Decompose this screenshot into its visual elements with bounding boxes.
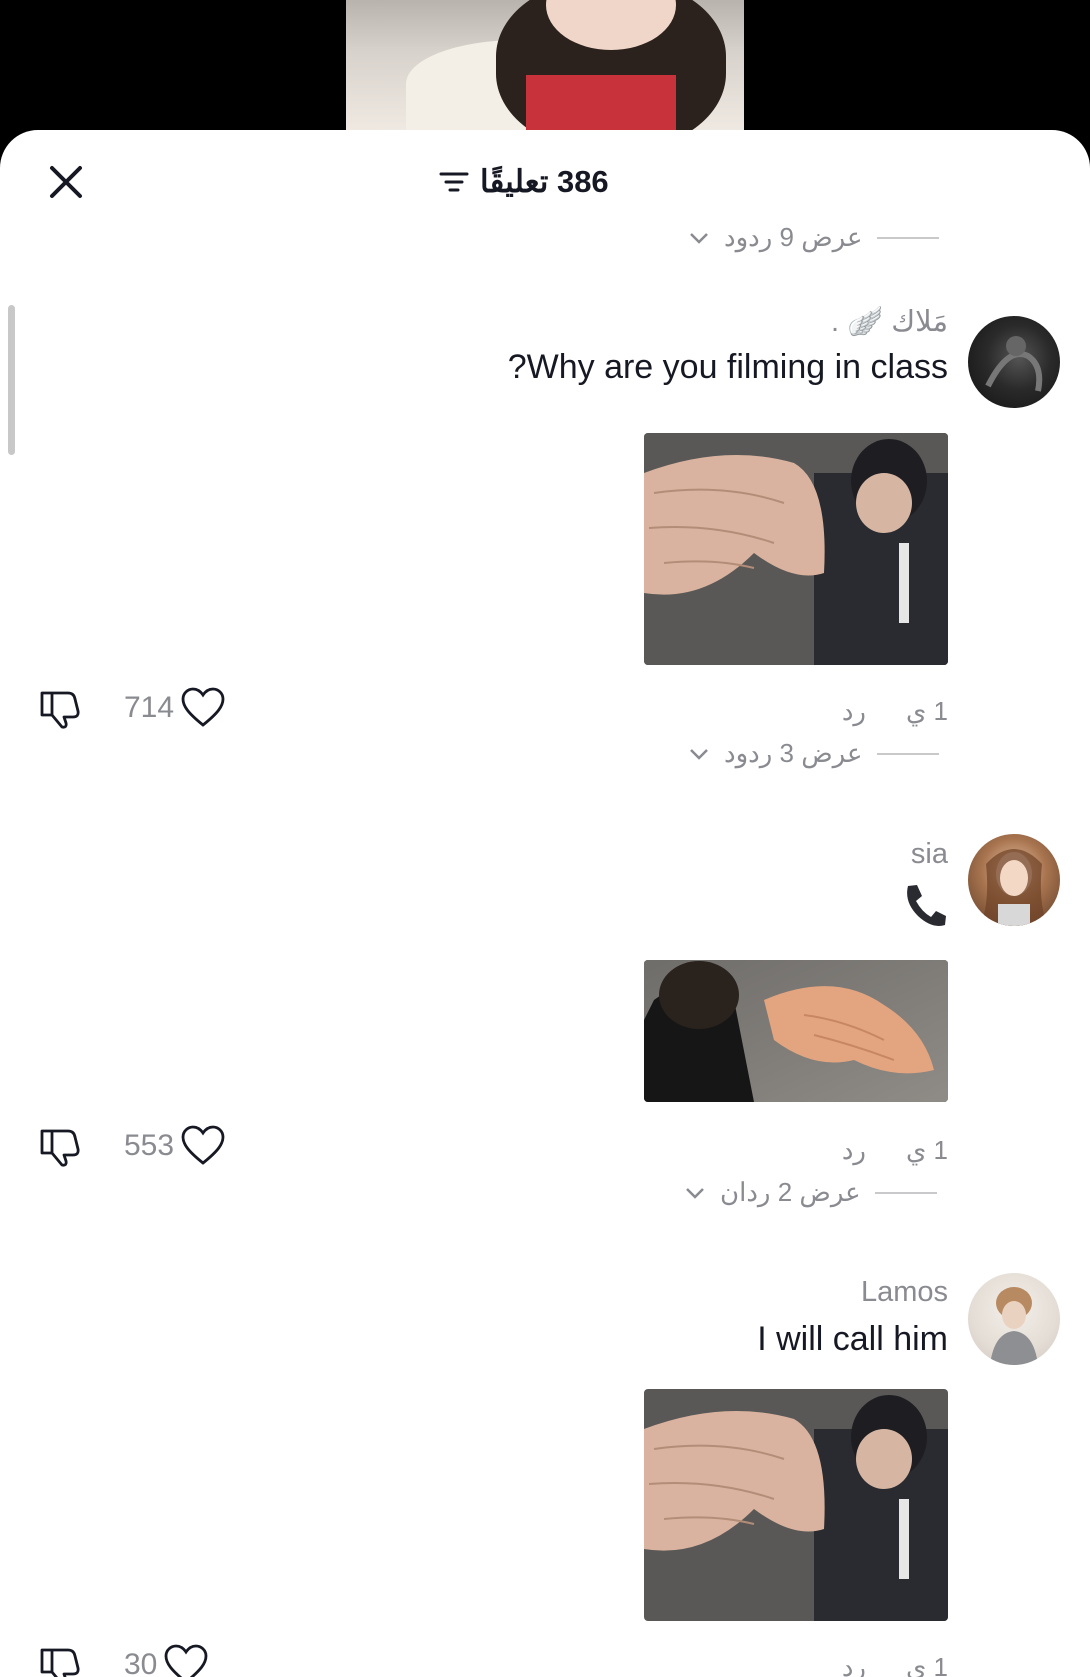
comment-actions: 30 [38, 1644, 209, 1677]
chevron-down-icon [690, 232, 708, 244]
view-replies-toggle[interactable]: عرض 2 ردان [684, 1177, 937, 1208]
like-button[interactable] [157, 1644, 209, 1677]
heart-icon [181, 1125, 225, 1165]
comment-username[interactable]: Lamos [861, 1276, 948, 1309]
comment-time: 1 ي [905, 696, 948, 726]
reply-button[interactable]: رد [842, 1135, 866, 1166]
phone-icon [907, 885, 946, 926]
comment-text: I will call him [757, 1320, 948, 1358]
divider-line [876, 752, 939, 755]
comment-image[interactable] [644, 960, 948, 1102]
view-replies-label: عرض 3 ردود [724, 738, 863, 768]
dislike-button[interactable] [38, 1125, 82, 1167]
comments-header: 386 تعليقًا [438, 160, 609, 204]
avatar[interactable] [968, 1273, 1060, 1365]
divider-line [876, 236, 939, 239]
like-count: 553 [124, 1129, 175, 1162]
heart-icon [181, 687, 225, 727]
video-thumbnail [346, 0, 744, 130]
avatar[interactable] [968, 834, 1060, 926]
like-count: 30 [124, 1648, 158, 1677]
comments-sheet: 386 تعليقًا عرض 9 ردود مَلاك 🪽 . Why are… [0, 130, 1090, 1677]
comment-text [900, 882, 948, 937]
comment-time: 1 ي [905, 1652, 948, 1677]
like-button[interactable] [174, 1125, 226, 1167]
chevron-down-icon [686, 1187, 704, 1199]
close-icon [50, 166, 82, 198]
comment-image[interactable] [644, 1389, 948, 1621]
comment-count: 386 تعليقًا [480, 164, 609, 199]
dislike-button[interactable] [38, 1644, 82, 1677]
video-background [0, 0, 1090, 140]
comment-username[interactable]: مَلاك 🪽 . [831, 304, 948, 339]
dislike-button[interactable] [38, 687, 82, 729]
dislike-icon [40, 1648, 80, 1677]
scrollbar[interactable] [8, 305, 15, 455]
heart-icon [164, 1644, 208, 1677]
comment-meta: 1 ي رد [842, 1135, 948, 1166]
comment-actions: 553 [38, 1125, 226, 1167]
avatar[interactable] [968, 316, 1060, 408]
reply-button[interactable]: رد [842, 696, 866, 727]
comment-time: 1 ي [905, 1135, 948, 1165]
view-replies-label: عرض 2 ردان [720, 1177, 861, 1207]
view-replies-label: عرض 9 ردود [724, 222, 863, 252]
comment-text: Why are you filming in class? [507, 348, 948, 386]
dislike-icon [40, 691, 80, 729]
chevron-down-icon [690, 748, 708, 760]
comment-meta: 1 ي رد [842, 1652, 948, 1677]
comment-meta: 1 ي رد [842, 696, 948, 727]
filter-icon[interactable] [438, 168, 470, 196]
divider-line [874, 1191, 937, 1194]
view-replies-toggle[interactable]: عرض 9 ردود [688, 222, 939, 253]
comment-actions: 714 [38, 687, 226, 729]
like-button[interactable] [174, 687, 226, 729]
reply-button[interactable]: رد [842, 1652, 866, 1677]
close-button[interactable] [44, 160, 88, 204]
dislike-icon [40, 1129, 80, 1167]
comment-username[interactable]: sia [911, 838, 948, 871]
view-replies-toggle[interactable]: عرض 3 ردود [688, 738, 939, 769]
like-count: 714 [124, 691, 175, 724]
comment-image[interactable] [644, 433, 948, 665]
